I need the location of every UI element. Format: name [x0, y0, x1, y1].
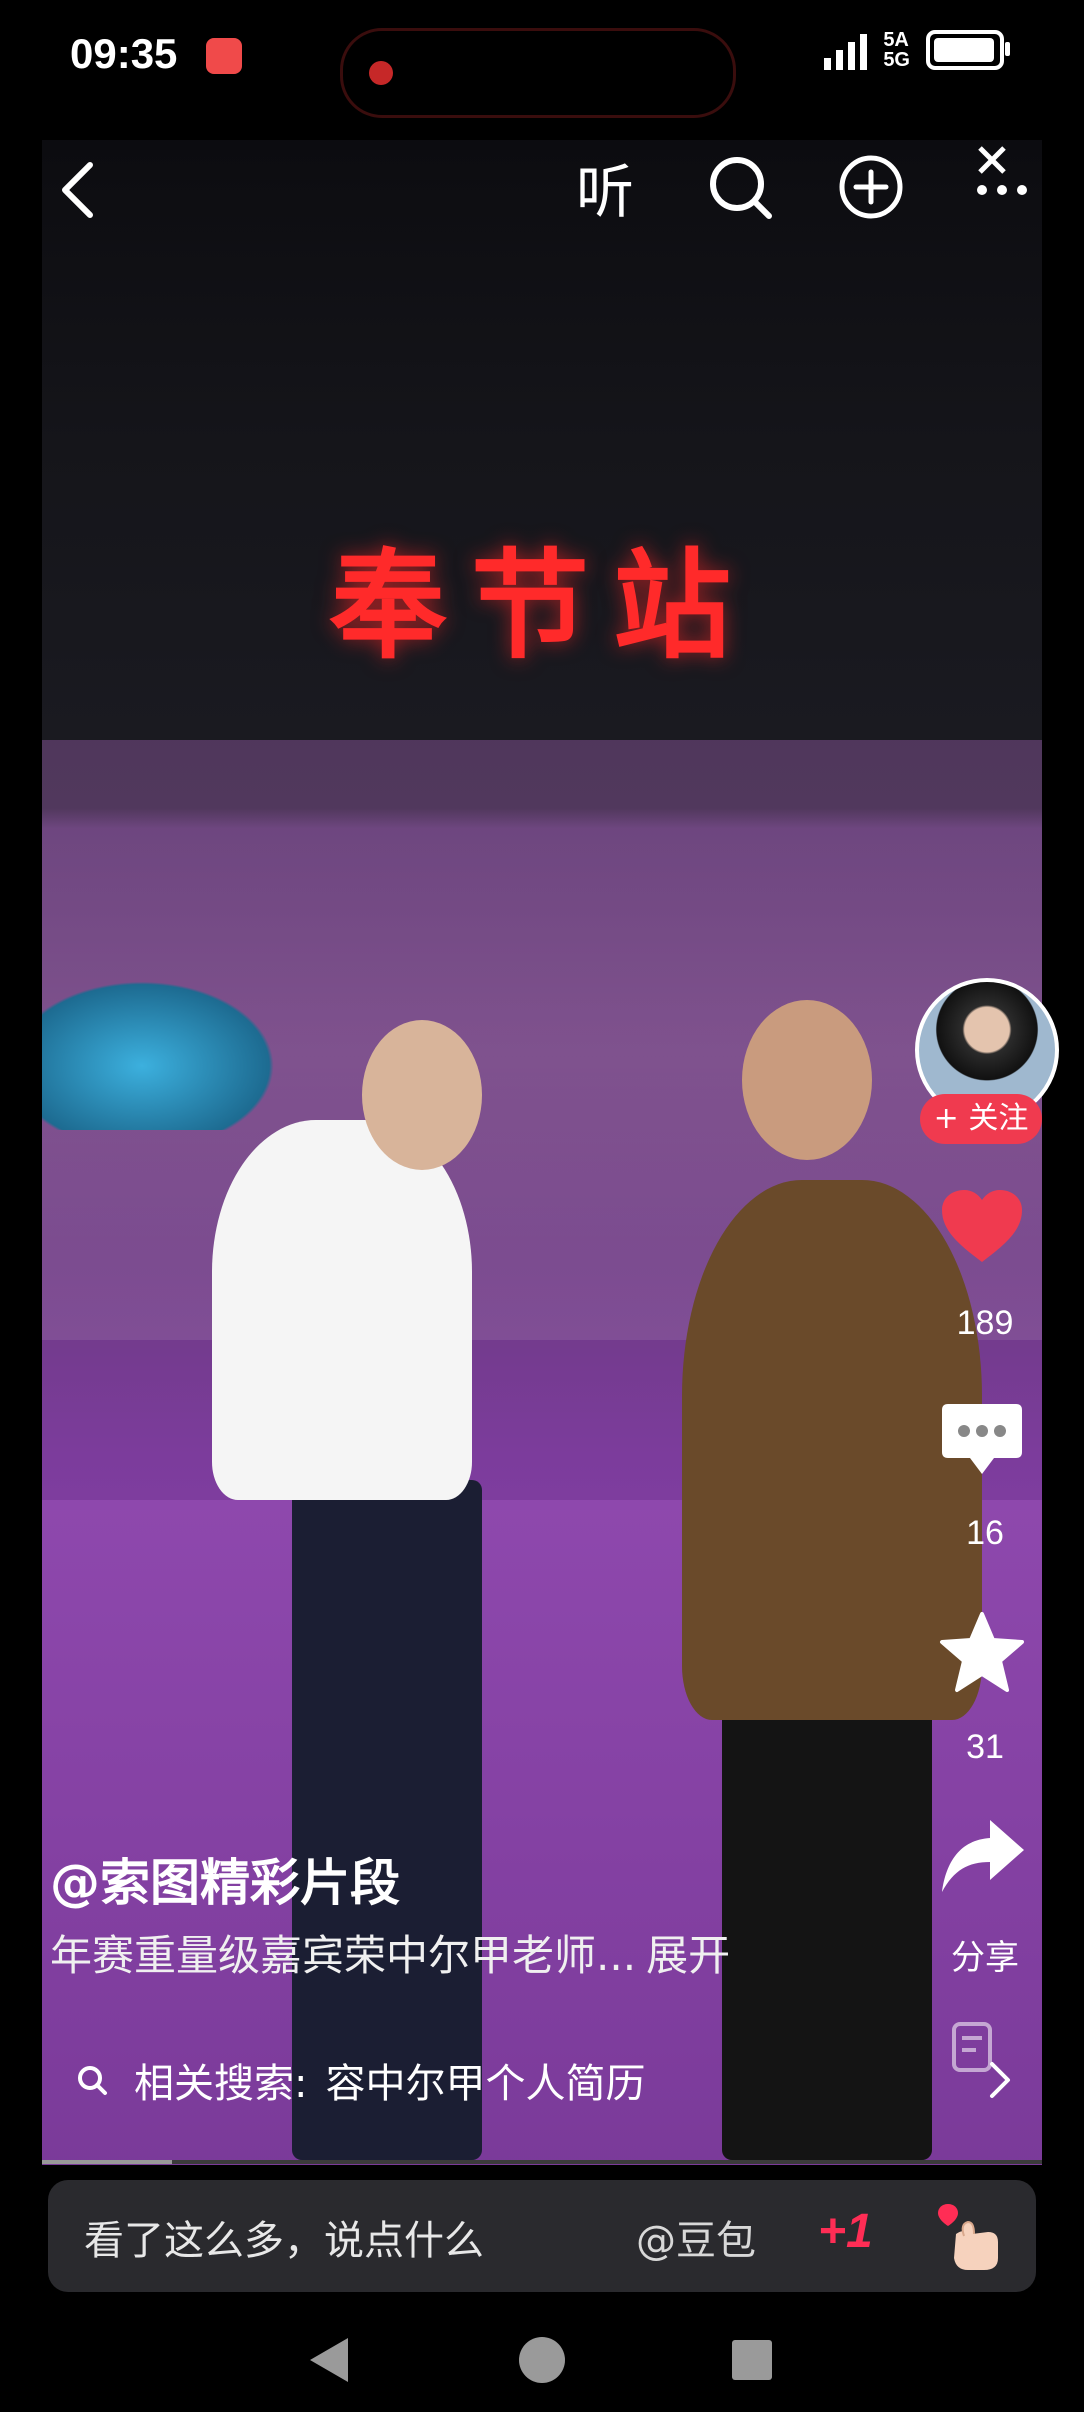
network-label: 5A 5G — [883, 29, 910, 71]
listen-button[interactable]: 听 — [570, 152, 640, 226]
chevron-right-icon — [990, 2062, 1010, 2098]
comment-icon[interactable] — [938, 1400, 1026, 1480]
comment-input-bar[interactable]: 看了这么多，说点什么 @豆包 +1 — [48, 2180, 1036, 2292]
guest-body — [682, 1180, 982, 1720]
close-icon[interactable] — [972, 140, 1012, 180]
like-icon[interactable] — [938, 1186, 1026, 1266]
more-icon[interactable] — [974, 180, 1030, 200]
search-icon[interactable] — [705, 152, 775, 222]
video-progress-bar[interactable] — [42, 2160, 1042, 2164]
share-icon[interactable] — [938, 1816, 1028, 1896]
stage-sign: 奉节站 — [328, 536, 755, 675]
battery-icon — [926, 30, 1010, 70]
back-icon[interactable] — [50, 155, 110, 225]
share-label: 分享 — [951, 1938, 1019, 1978]
nav-recents-icon[interactable] — [722, 2330, 782, 2390]
comment-count: 16 — [966, 1514, 1004, 1552]
plus-one-button[interactable]: +1 — [818, 2204, 873, 2259]
recording-dot — [369, 61, 393, 85]
author-name[interactable]: @索图精彩片段 — [50, 1843, 400, 1915]
search-small-icon — [78, 2066, 107, 2095]
related-search-query: 容中尔甲个人简历 — [325, 2061, 646, 2107]
description-text: 年赛重量级嘉宾荣中尔甲老师... — [50, 1931, 637, 1980]
like-count: 189 — [956, 1304, 1014, 1342]
signal-icon — [824, 30, 868, 70]
nav-home-icon[interactable] — [512, 2330, 572, 2390]
related-search-prefix: 相关搜索: — [134, 2061, 308, 2107]
book-app-icon — [206, 38, 242, 74]
status-indicators: 5A 5G — [824, 29, 1010, 71]
expand-link[interactable]: 展开 — [646, 1931, 730, 1980]
doubao-mention[interactable]: @豆包 — [636, 2208, 756, 2266]
favorite-count: 31 — [966, 1728, 1004, 1766]
camera-pill — [340, 28, 736, 118]
finger-heart-icon[interactable] — [934, 2198, 1004, 2274]
umbrella — [42, 970, 292, 1130]
status-time: 09:35 — [70, 30, 178, 77]
host-body — [212, 1120, 472, 1500]
follow-button[interactable]: + 关注 — [920, 1094, 1042, 1144]
favorite-icon[interactable] — [938, 1610, 1026, 1694]
guest-head — [742, 1000, 872, 1160]
progress-fill — [42, 2160, 172, 2164]
add-icon[interactable] — [836, 152, 906, 222]
nav-back-icon[interactable] — [300, 2330, 360, 2390]
comment-placeholder[interactable]: 看了这么多，说点什么 — [84, 2208, 484, 2266]
video-description[interactable]: 年赛重量级嘉宾荣中尔甲老师... 展开 — [50, 1922, 730, 1983]
related-search-bar[interactable]: 相关搜索: 容中尔甲个人简历 — [70, 2040, 1020, 2120]
host-head — [362, 1020, 482, 1170]
